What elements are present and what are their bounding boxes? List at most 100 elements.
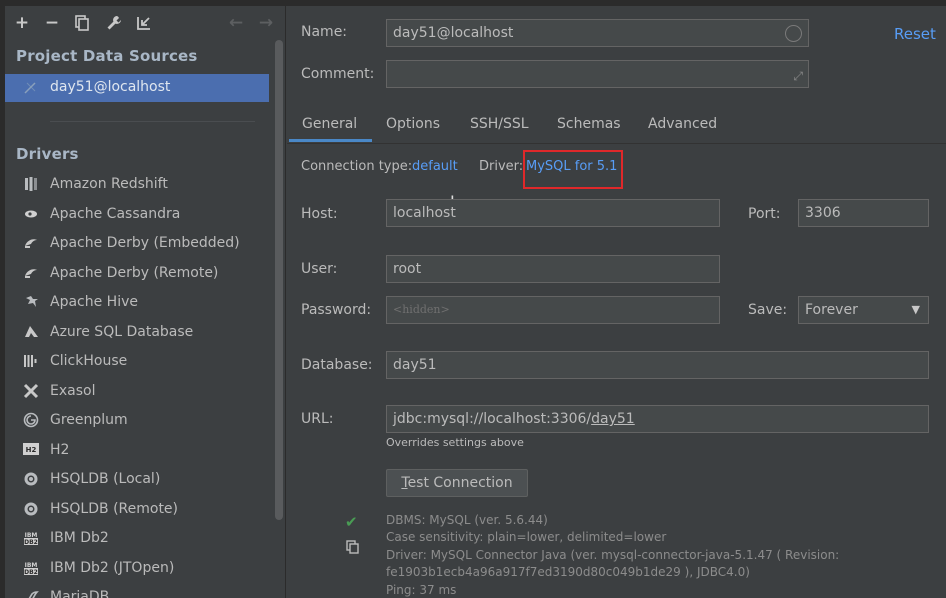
driver-label: Driver:: [479, 159, 524, 174]
left-scrollbar[interactable]: [275, 40, 283, 520]
cassandra-icon: [22, 206, 40, 224]
driver-item-clickhouse[interactable]: ClickHouse: [5, 348, 269, 376]
connection-type-label: Connection type:: [301, 159, 413, 174]
driver-label: Greenplum: [50, 412, 128, 428]
right-panel: Name: day51@localhost Reset Comment: ⤢ G…: [287, 6, 946, 598]
left-toolbar: + − ← →: [5, 6, 281, 40]
svg-text:IBM: IBM: [25, 562, 38, 569]
connection-type-link[interactable]: default: [412, 159, 458, 174]
save-select[interactable]: Forever ▼: [798, 296, 929, 324]
url-input[interactable]: jdbc:mysql://localhost:3306/day51: [386, 405, 929, 433]
data-source-icon: [23, 81, 37, 95]
driver-item-greenplum[interactable]: Greenplum: [5, 407, 269, 435]
url-label: URL:: [301, 411, 334, 427]
url-hint: Overrides settings above: [386, 436, 524, 449]
back-arrow-icon[interactable]: ←: [225, 12, 247, 34]
info-revision: fe1903b1ecb4a96a917f7ed3190d80c049b1de29…: [386, 565, 750, 579]
url-database: day51: [591, 411, 635, 427]
driver-item-hsqldb-local[interactable]: HSQLDB (Local): [5, 466, 269, 494]
separator: [50, 121, 255, 122]
driver-label: Azure SQL Database: [50, 324, 194, 340]
hsqldb-icon: [22, 501, 40, 519]
host-input[interactable]: localhost: [386, 199, 720, 227]
exasol-icon: [22, 383, 40, 401]
derby-icon: [22, 265, 40, 283]
driver-label: HSQLDB (Local): [50, 471, 161, 487]
test-button-label: est Connection: [407, 475, 513, 491]
name-value: day51@localhost: [393, 25, 514, 41]
url-prefix: jdbc:mysql://localhost:3306/: [393, 411, 592, 427]
comment-label: Comment:: [301, 66, 375, 82]
db2-icon: IBM DB2: [22, 530, 40, 548]
db2-icon: IBM DB2: [22, 560, 40, 578]
test-connection-button[interactable]: Test Connection: [386, 469, 528, 497]
tab-bar: General Options SSH/SSL Schemas Advanced: [287, 110, 946, 144]
port-input[interactable]: 3306: [798, 199, 929, 227]
expand-icon[interactable]: ⤢: [793, 63, 803, 87]
driver-label: Exasol: [50, 383, 96, 399]
driver-label: IBM Db2 (JTOpen): [50, 560, 175, 576]
info-ping: Ping: 37 ms: [386, 583, 457, 597]
name-input[interactable]: day51@localhost: [386, 19, 809, 47]
checkmark-icon: ✔: [345, 513, 358, 531]
redshift-icon: [22, 176, 40, 194]
driver-label: IBM Db2: [50, 530, 109, 546]
driver-label: Apache Cassandra: [50, 206, 181, 222]
driver-item-ibm-db2[interactable]: IBM DB2 IBM Db2: [5, 525, 269, 553]
project-data-sources-heading: Project Data Sources: [16, 47, 198, 65]
duplicate-icon[interactable]: [71, 12, 93, 34]
reset-link[interactable]: Reset: [894, 25, 936, 43]
driver-item-apache-cassandra[interactable]: Apache Cassandra: [5, 201, 269, 229]
remove-icon[interactable]: −: [41, 12, 63, 34]
driver-item-h2[interactable]: H2 H2: [5, 437, 269, 465]
save-label: Save:: [748, 302, 788, 318]
h2-icon: H2: [22, 442, 40, 460]
database-label: Database:: [301, 357, 373, 373]
driver-label: MariaDB: [50, 589, 110, 598]
driver-item-ibm-db2-jtopen[interactable]: IBM DB2 IBM Db2 (JTOpen): [5, 555, 269, 583]
driver-item-apache-derby-remote[interactable]: Apache Derby (Remote): [5, 260, 269, 288]
database-input[interactable]: day51: [386, 351, 929, 379]
driver-item-apache-hive[interactable]: Apache Hive: [5, 289, 269, 317]
tab-options[interactable]: Options: [386, 116, 440, 132]
driver-item-exasol[interactable]: Exasol: [5, 378, 269, 406]
hsqldb-icon: [22, 471, 40, 489]
driver-label: Apache Derby (Embedded): [50, 235, 240, 251]
password-input[interactable]: <hidden>: [386, 296, 720, 324]
data-source-item-day51[interactable]: day51@localhost: [5, 74, 269, 102]
driver-label: HSQLDB (Remote): [50, 501, 179, 517]
info-dbms: DBMS: MySQL (ver. 5.6.44): [386, 513, 548, 527]
tab-schemas[interactable]: Schemas: [557, 116, 621, 132]
svg-text:IBM: IBM: [25, 532, 38, 539]
copy-icon[interactable]: [346, 540, 360, 558]
drivers-heading: Drivers: [16, 145, 79, 163]
driver-item-apache-derby-embedded[interactable]: Apache Derby (Embedded): [5, 230, 269, 258]
derby-icon: [22, 235, 40, 253]
driver-label: Apache Derby (Remote): [50, 265, 219, 281]
info-driver: Driver: MySQL Connector Java (ver. mysql…: [386, 548, 840, 562]
wrench-icon[interactable]: [103, 12, 125, 34]
data-source-label: day51@localhost: [50, 79, 171, 95]
color-circle-icon[interactable]: [785, 25, 802, 42]
driver-item-hsqldb-remote[interactable]: HSQLDB (Remote): [5, 496, 269, 524]
comment-input[interactable]: ⤢: [386, 60, 809, 88]
forward-arrow-icon[interactable]: →: [255, 12, 277, 34]
save-value: Forever: [805, 302, 858, 318]
clickhouse-icon: [22, 353, 40, 371]
driver-item-azure-sql-database[interactable]: Azure SQL Database: [5, 319, 269, 347]
user-label: User:: [301, 261, 338, 277]
user-input[interactable]: root: [386, 255, 720, 283]
data-sources-dialog: + − ← → Project Data Sources day51@local…: [0, 0, 946, 598]
name-label: Name:: [301, 24, 348, 40]
driver-label: Apache Hive: [50, 294, 138, 310]
driver-label: Amazon Redshift: [50, 176, 168, 192]
import-icon[interactable]: [133, 12, 155, 34]
tab-ssh-ssl[interactable]: SSH/SSL: [470, 116, 529, 132]
tab-advanced[interactable]: Advanced: [648, 116, 717, 132]
port-label: Port:: [748, 206, 781, 222]
driver-item-amazon-redshift[interactable]: Amazon Redshift: [5, 171, 269, 199]
add-icon[interactable]: +: [11, 12, 33, 34]
left-panel: + − ← → Project Data Sources day51@local…: [5, 6, 286, 598]
driver-item-mariadb[interactable]: MariaDB: [5, 584, 269, 598]
tab-general[interactable]: General: [302, 116, 357, 132]
